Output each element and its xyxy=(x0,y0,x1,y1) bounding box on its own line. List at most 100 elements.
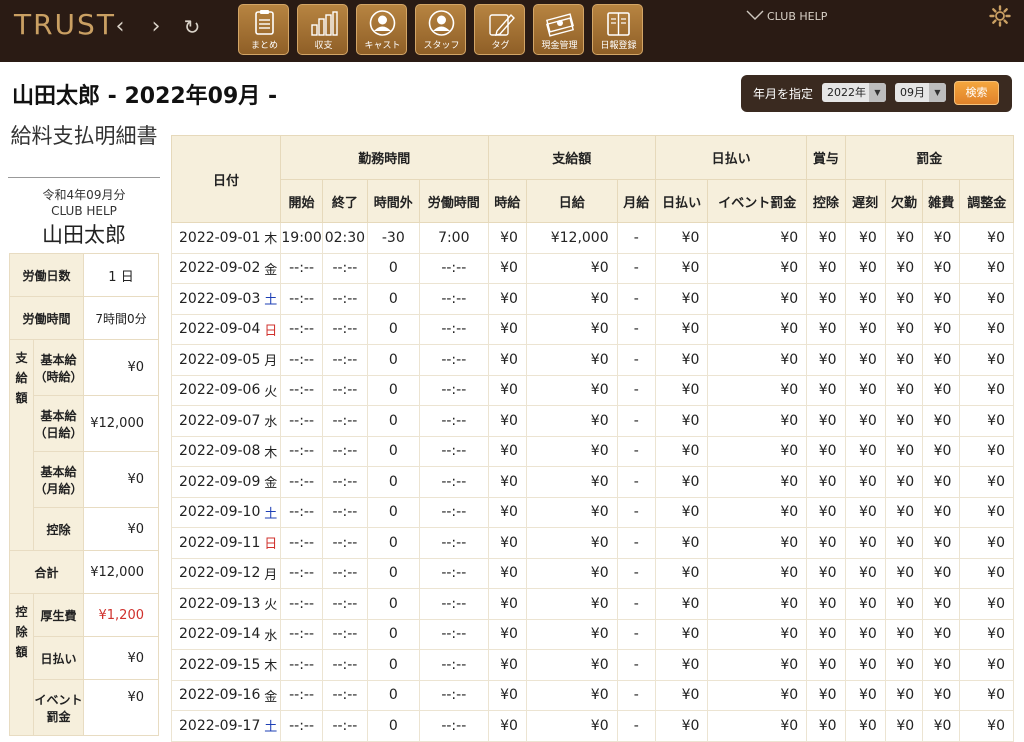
cell-monthly-pay: - xyxy=(616,313,656,345)
cell-start-time: --:-- xyxy=(279,252,324,284)
row-weekday: 土 xyxy=(264,283,281,315)
cell-hourly-pay: ¥0 xyxy=(487,466,527,498)
col-group-advance: 日払い xyxy=(654,135,808,180)
cell-late-fine: ¥0 xyxy=(844,222,886,254)
cell-bonus-deduction: ¥0 xyxy=(806,222,846,254)
cell-overtime: 0 xyxy=(366,283,421,315)
cell-bonus-deduction: ¥0 xyxy=(806,527,846,559)
cell-start-time: --:-- xyxy=(279,405,324,437)
cell-work-time: --:-- xyxy=(419,405,489,437)
cell-overtime: 0 xyxy=(366,374,421,406)
cell-start-time: --:-- xyxy=(279,588,324,620)
col-header-date: 日付 xyxy=(171,135,281,223)
menu-daily-report-button[interactable]: 日報登録 xyxy=(592,4,643,55)
table-row[interactable]: 2022-09-11 日 --:-- --:-- 0 --:-- ¥0 ¥0- ¥0 ¥0 ¥0 ¥0… xyxy=(171,527,1014,559)
table-row[interactable]: 2022-09-17 土 --:-- --:-- 0 --:-- ¥0 ¥0- ¥0 ¥0 ¥0 ¥0… xyxy=(171,710,1014,742)
cell-adjustment: ¥0 xyxy=(959,496,1014,528)
base-monthly-value: ¥0 xyxy=(83,451,159,508)
table-row[interactable]: 2022-09-07 水 --:-- --:-- 0 --:-- ¥0 ¥0- ¥0 ¥0 ¥0 ¥0… xyxy=(171,405,1014,437)
cell-hourly-pay: ¥0 xyxy=(487,435,527,467)
summary-row: 合計 ¥12,000 xyxy=(9,550,159,594)
app-logo: TRUST xyxy=(14,8,116,41)
clipboard-icon xyxy=(255,10,274,35)
cell-work-time: --:-- xyxy=(419,466,489,498)
cell-late-fine: ¥0 xyxy=(844,527,886,559)
table-row[interactable]: 2022-09-03 土 --:-- --:-- 0 --:-- ¥0 ¥0- ¥0 ¥0 ¥0 ¥0… xyxy=(171,283,1014,315)
row-date: 2022-09-02 xyxy=(171,252,265,284)
col-group-work-time: 勤務時間 xyxy=(279,135,489,180)
cell-hourly-pay: ¥0 xyxy=(487,649,527,681)
cell-late-fine: ¥0 xyxy=(844,313,886,345)
menu-cast-button[interactable]: キャスト xyxy=(356,4,407,55)
menu-cash-button[interactable]: 現金管理 xyxy=(533,4,584,55)
summary-row: 支給額 基本給（時給） ¥0 xyxy=(9,339,159,551)
search-button[interactable]: 検索 xyxy=(954,81,999,105)
table-row[interactable]: 2022-09-12 月 --:-- --:-- 0 --:-- ¥0 ¥0- ¥0 ¥0 ¥0 ¥0… xyxy=(171,557,1014,589)
cell-late-fine: ¥0 xyxy=(844,252,886,284)
col-group-pay: 支給額 xyxy=(487,135,656,180)
menu-label: 現金管理 xyxy=(541,41,578,51)
reload-button[interactable]: ↻ xyxy=(180,14,204,40)
cell-overtime: 0 xyxy=(366,710,421,742)
table-row[interactable]: 2022-09-14 水 --:-- --:-- 0 --:-- ¥0 ¥0- ¥0 ¥0 ¥0 ¥0… xyxy=(171,618,1014,650)
chevron-down-icon xyxy=(746,10,764,20)
cell-misc-fee: ¥0 xyxy=(922,344,961,376)
year-select[interactable]: 2022年 ▼ xyxy=(822,83,886,102)
cell-absence-fine: ¥0 xyxy=(884,527,924,559)
table-row[interactable]: 2022-09-09 金 --:-- --:-- 0 --:-- ¥0 ¥0- ¥0 ¥0 ¥0 ¥0… xyxy=(171,466,1014,498)
table-row[interactable]: 2022-09-08 木 --:-- --:-- 0 --:-- ¥0 ¥0- ¥0 ¥0 ¥0 ¥0… xyxy=(171,435,1014,467)
gear-icon[interactable] xyxy=(989,5,1011,27)
cell-overtime: 0 xyxy=(366,405,421,437)
table-row[interactable]: 2022-09-02 金 --:-- --:-- 0 --:-- ¥0 ¥0- ¥0 ¥0 ¥0 ¥0… xyxy=(171,252,1014,284)
cell-start-time: --:-- xyxy=(279,466,324,498)
row-date: 2022-09-08 xyxy=(171,435,265,467)
month-select[interactable]: 09月 ▼ xyxy=(895,83,946,102)
cell-misc-fee: ¥0 xyxy=(922,374,961,406)
summary-row: 労働日数 1 日 xyxy=(9,253,159,297)
cell-bonus-deduction: ¥0 xyxy=(806,405,846,437)
cell-hourly-pay: ¥0 xyxy=(487,496,527,528)
cell-absence-fine: ¥0 xyxy=(884,649,924,681)
pay-group-text: 支給額 xyxy=(15,351,28,405)
menu-summary-button[interactable]: まとめ xyxy=(238,4,289,55)
cell-overtime: 0 xyxy=(366,527,421,559)
cell-end-time: --:-- xyxy=(322,466,368,498)
cell-absence-fine: ¥0 xyxy=(884,222,924,254)
row-weekday: 水 xyxy=(264,618,281,650)
menu-label: まとめ xyxy=(250,41,278,51)
table-row[interactable]: 2022-09-10 土 --:-- --:-- 0 --:-- ¥0 ¥0- ¥0 ¥0 ¥0 ¥0… xyxy=(171,496,1014,528)
table-row[interactable]: 2022-09-01 木 19:00 02:30 -30 7:00 ¥0 ¥12,000- ¥0… xyxy=(171,222,1014,254)
cell-end-time: --:-- xyxy=(322,435,368,467)
menu-staff-button[interactable]: スタッフ xyxy=(415,4,466,55)
cell-end-time: 02:30 xyxy=(322,222,368,254)
cell-start-time: --:-- xyxy=(279,374,324,406)
menu-tag-button[interactable]: タグ xyxy=(474,4,525,55)
total-label: 合計 xyxy=(9,550,84,594)
cell-daily-pay: ¥0 xyxy=(525,252,618,284)
cell-late-fine: ¥0 xyxy=(844,496,886,528)
row-weekday: 日 xyxy=(264,313,281,345)
table-row[interactable]: 2022-09-06 火 --:-- --:-- 0 --:-- ¥0 ¥0- ¥0 ¥0 ¥0 ¥0… xyxy=(171,374,1014,406)
table-row[interactable]: 2022-09-15 木 --:-- --:-- 0 --:-- ¥0 ¥0- ¥0 ¥0 ¥0 ¥0… xyxy=(171,649,1014,681)
table-row[interactable]: 2022-09-04 日 --:-- --:-- 0 --:-- ¥0 ¥0- ¥0 ¥0 ¥0 ¥0… xyxy=(171,313,1014,345)
cell-daily-pay: ¥0 xyxy=(525,283,618,315)
cell-absence-fine: ¥0 xyxy=(884,679,924,711)
cell-event-fine: ¥0 xyxy=(707,557,808,589)
menu-income-button[interactable]: 収支 xyxy=(297,4,348,55)
col-group-fine: 罰金 xyxy=(844,135,1015,180)
row-weekday: 土 xyxy=(264,496,281,528)
summary-row: 控除額 厚生費 ¥1,200 xyxy=(9,593,159,736)
cell-overtime: -30 xyxy=(366,222,421,254)
club-selector[interactable]: CLUB HELP xyxy=(746,9,827,23)
col-header: 欠勤 xyxy=(884,179,924,223)
table-row[interactable]: 2022-09-05 月 --:-- --:-- 0 --:-- ¥0 ¥0- ¥0 ¥0 ¥0 ¥0… xyxy=(171,344,1014,376)
cell-adjustment: ¥0 xyxy=(959,618,1014,650)
cell-absence-fine: ¥0 xyxy=(884,374,924,406)
cell-late-fine: ¥0 xyxy=(844,435,886,467)
cell-daily-advance: ¥0 xyxy=(654,557,709,589)
back-button[interactable]: ‹ xyxy=(108,14,132,40)
table-row[interactable]: 2022-09-13 火 --:-- --:-- 0 --:-- ¥0 ¥0- ¥0 ¥0 ¥0 ¥0… xyxy=(171,588,1014,620)
cell-end-time: --:-- xyxy=(322,618,368,650)
forward-button[interactable]: › xyxy=(144,14,168,40)
table-row[interactable]: 2022-09-16 金 --:-- --:-- 0 --:-- ¥0 ¥0- ¥0 ¥0 ¥0 ¥0… xyxy=(171,679,1014,711)
